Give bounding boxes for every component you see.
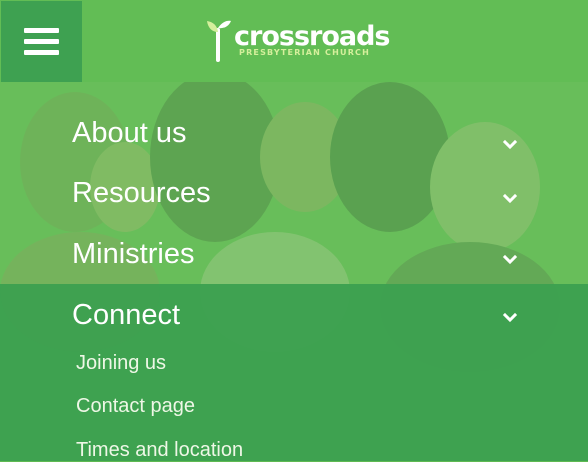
connect-submenu: Connect Joining us Contact page Times an… [0,284,588,461]
chevron-down-icon[interactable] [502,137,518,153]
church-logo[interactable]: crossroads PRESBYTERIAN CHURCH [206,16,390,66]
nav-label: Ministries [72,238,195,270]
sprout-cross-icon [207,20,231,62]
submenu-link-contact-page[interactable]: Contact page [76,395,195,418]
menu-button[interactable] [1,1,82,82]
nav-item-about-us[interactable]: About us [0,103,588,163]
submenu-link-times-and-location[interactable]: Times and location [76,439,243,462]
nav-label: Connect [72,299,181,331]
submenu-link-joining-us[interactable]: Joining us [76,352,166,375]
nav-item-ministries[interactable]: Ministries [0,224,588,284]
hamburger-icon [24,28,59,33]
nav-item-connect[interactable]: Connect [0,285,588,345]
nav-label: About us [72,117,187,149]
chevron-down-icon[interactable] [502,310,518,326]
nav-item-resources[interactable]: Resources [0,163,588,223]
chevron-down-icon[interactable] [502,252,518,268]
chevron-down-icon[interactable] [502,191,518,207]
nav-label: Resources [72,177,211,209]
site-header: crossroads PRESBYTERIAN CHURCH [0,0,588,82]
logo-subtitle: PRESBYTERIAN CHURCH [239,48,371,57]
